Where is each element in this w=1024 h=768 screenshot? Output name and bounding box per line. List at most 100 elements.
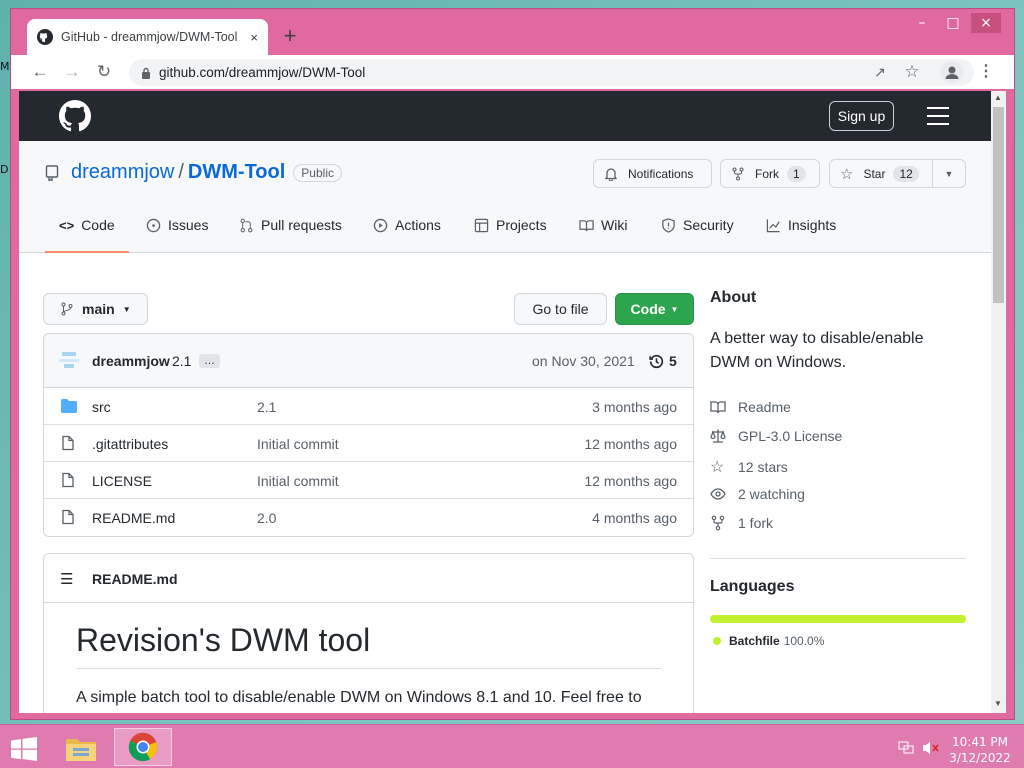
- file-explorer-icon[interactable]: [64, 733, 98, 763]
- go-to-file-button[interactable]: Go to file: [514, 293, 607, 325]
- file-commit-message[interactable]: Initial commit: [257, 436, 339, 452]
- file-row[interactable]: src 2.1 3 months ago: [44, 388, 693, 425]
- tab-issues[interactable]: Issues: [146, 217, 208, 233]
- sign-up-button[interactable]: Sign up: [829, 101, 894, 131]
- branch-icon: [61, 302, 73, 316]
- menu-kebab-icon[interactable]: ⋮: [975, 61, 997, 83]
- table-icon: [474, 218, 489, 232]
- about-heading: About: [710, 289, 757, 306]
- share-icon[interactable]: ↗: [869, 61, 891, 83]
- branch-select-button[interactable]: main ▼: [43, 293, 148, 325]
- notifications-button[interactable]: Notifications: [593, 159, 712, 188]
- scroll-down-icon[interactable]: ▼: [994, 699, 1002, 708]
- selected-tab-indicator: [45, 251, 129, 253]
- bookmark-star-icon[interactable]: ☆: [901, 61, 923, 83]
- back-arrow-icon[interactable]: ←: [29, 61, 51, 83]
- windows-start-icon[interactable]: [10, 737, 38, 761]
- network-icon[interactable]: [898, 741, 914, 755]
- github-logo-icon[interactable]: [59, 100, 91, 132]
- tab-pull-requests[interactable]: Pull requests: [239, 217, 342, 233]
- tab-security[interactable]: Security: [661, 217, 734, 233]
- stars-link[interactable]: ☆ 12 stars: [710, 457, 788, 477]
- tab-insights[interactable]: Insights: [766, 217, 836, 233]
- repo-owner-link[interactable]: dreammjow: [71, 161, 174, 184]
- lock-icon: [142, 67, 150, 79]
- code-dropdown-button[interactable]: Code ▼: [615, 293, 694, 325]
- tab-actions[interactable]: Actions: [373, 217, 441, 233]
- file-name[interactable]: LICENSE: [92, 473, 152, 489]
- fork-button[interactable]: Fork 1: [720, 159, 820, 188]
- watching-link[interactable]: 2 watching: [710, 486, 805, 502]
- star-count: 12: [893, 165, 919, 182]
- tab-label: Actions: [395, 217, 441, 233]
- desktop-icon-fragment: M: [0, 60, 10, 73]
- forks-link[interactable]: 1 fork: [710, 515, 773, 531]
- profile-avatar-icon[interactable]: [941, 61, 963, 83]
- shield-icon: [662, 217, 675, 233]
- minimize-button[interactable]: –: [907, 13, 937, 33]
- commit-count[interactable]: 5: [669, 353, 677, 369]
- tab-title: GitHub - dreammjow/DWM-Tool: [61, 30, 238, 44]
- tab-wiki[interactable]: Wiki: [579, 217, 627, 233]
- fork-icon: [732, 167, 744, 180]
- forward-arrow-icon[interactable]: →: [61, 61, 83, 83]
- commit-author[interactable]: dreammjow: [92, 353, 170, 369]
- list-icon[interactable]: ☰: [60, 570, 73, 588]
- tab-label: Code: [81, 217, 115, 233]
- hamburger-menu-icon[interactable]: [927, 107, 949, 131]
- chrome-icon: [128, 732, 158, 762]
- volume-muted-icon[interactable]: [922, 740, 940, 756]
- file-commit-message[interactable]: 2.0: [257, 510, 276, 526]
- language-item[interactable]: Batchfile 100.0%: [713, 634, 824, 648]
- chrome-taskbar-button[interactable]: [114, 728, 172, 766]
- language-percent: 100.0%: [783, 634, 825, 648]
- readme-header: ☰ README.md: [44, 554, 693, 603]
- reload-icon[interactable]: ↻: [93, 61, 115, 83]
- play-icon: [373, 218, 388, 232]
- license-label: GPL-3.0 License: [738, 428, 843, 444]
- commit-date[interactable]: on Nov 30, 2021: [532, 353, 635, 369]
- branch-name: main: [82, 301, 115, 317]
- system-clock[interactable]: 10:41 PM 3/12/2022: [948, 734, 1012, 766]
- tab-label: Projects: [496, 217, 547, 233]
- file-row[interactable]: LICENSE Initial commit 12 months ago: [44, 462, 693, 499]
- file-commit-message[interactable]: 2.1: [257, 399, 276, 415]
- scrollbar-thumb[interactable]: [993, 107, 1004, 303]
- file-name[interactable]: .gitattributes: [92, 436, 168, 452]
- address-bar[interactable]: github.com/dreammjow/DWM-Tool: [129, 59, 974, 86]
- browser-tab[interactable]: GitHub - dreammjow/DWM-Tool ×: [27, 19, 268, 55]
- tab-projects[interactable]: Projects: [474, 217, 547, 233]
- caret-down-icon: ▼: [944, 168, 954, 179]
- license-link[interactable]: GPL-3.0 License: [710, 428, 842, 444]
- readme-filename[interactable]: README.md: [92, 571, 178, 587]
- commit-expand-button[interactable]: …: [199, 354, 220, 368]
- tab-code[interactable]: <> Code: [59, 217, 115, 233]
- close-window-button[interactable]: ×: [971, 13, 1001, 33]
- new-tab-button[interactable]: +: [277, 23, 303, 49]
- about-description: A better way to disable/enable DWM on Wi…: [710, 330, 924, 371]
- book-icon: [710, 401, 726, 414]
- code-icon: <>: [59, 217, 75, 233]
- close-tab-icon[interactable]: ×: [250, 30, 258, 45]
- readme-link-label: Readme: [738, 399, 791, 415]
- vertical-scrollbar[interactable]: ▲ ▼: [991, 91, 1006, 713]
- star-button[interactable]: ☆ Star 12: [829, 159, 933, 188]
- file-commit-message[interactable]: Initial commit: [257, 473, 339, 489]
- author-avatar[interactable]: [58, 350, 80, 370]
- clock-time: 10:41 PM: [952, 735, 1008, 749]
- scroll-up-icon[interactable]: ▲: [994, 93, 1002, 102]
- repo-name-link[interactable]: DWM-Tool: [188, 161, 285, 184]
- commit-message[interactable]: 2.1: [172, 353, 191, 369]
- star-dropdown-button[interactable]: ▼: [932, 159, 966, 188]
- notifications-label: Notifications: [628, 166, 694, 181]
- file-row[interactable]: README.md 2.0 4 months ago: [44, 499, 693, 536]
- file-row[interactable]: .gitattributes Initial commit 12 months …: [44, 425, 693, 462]
- maximize-button[interactable]: □: [938, 13, 968, 33]
- file-icon: [62, 472, 74, 488]
- file-name[interactable]: src: [92, 399, 111, 415]
- readme-text: A simple batch tool to disable/enable DW…: [76, 689, 642, 706]
- file-age: 12 months ago: [584, 436, 677, 452]
- readme-link[interactable]: Readme: [710, 399, 791, 415]
- fork-count: 1: [787, 165, 806, 182]
- file-name[interactable]: README.md: [92, 510, 175, 526]
